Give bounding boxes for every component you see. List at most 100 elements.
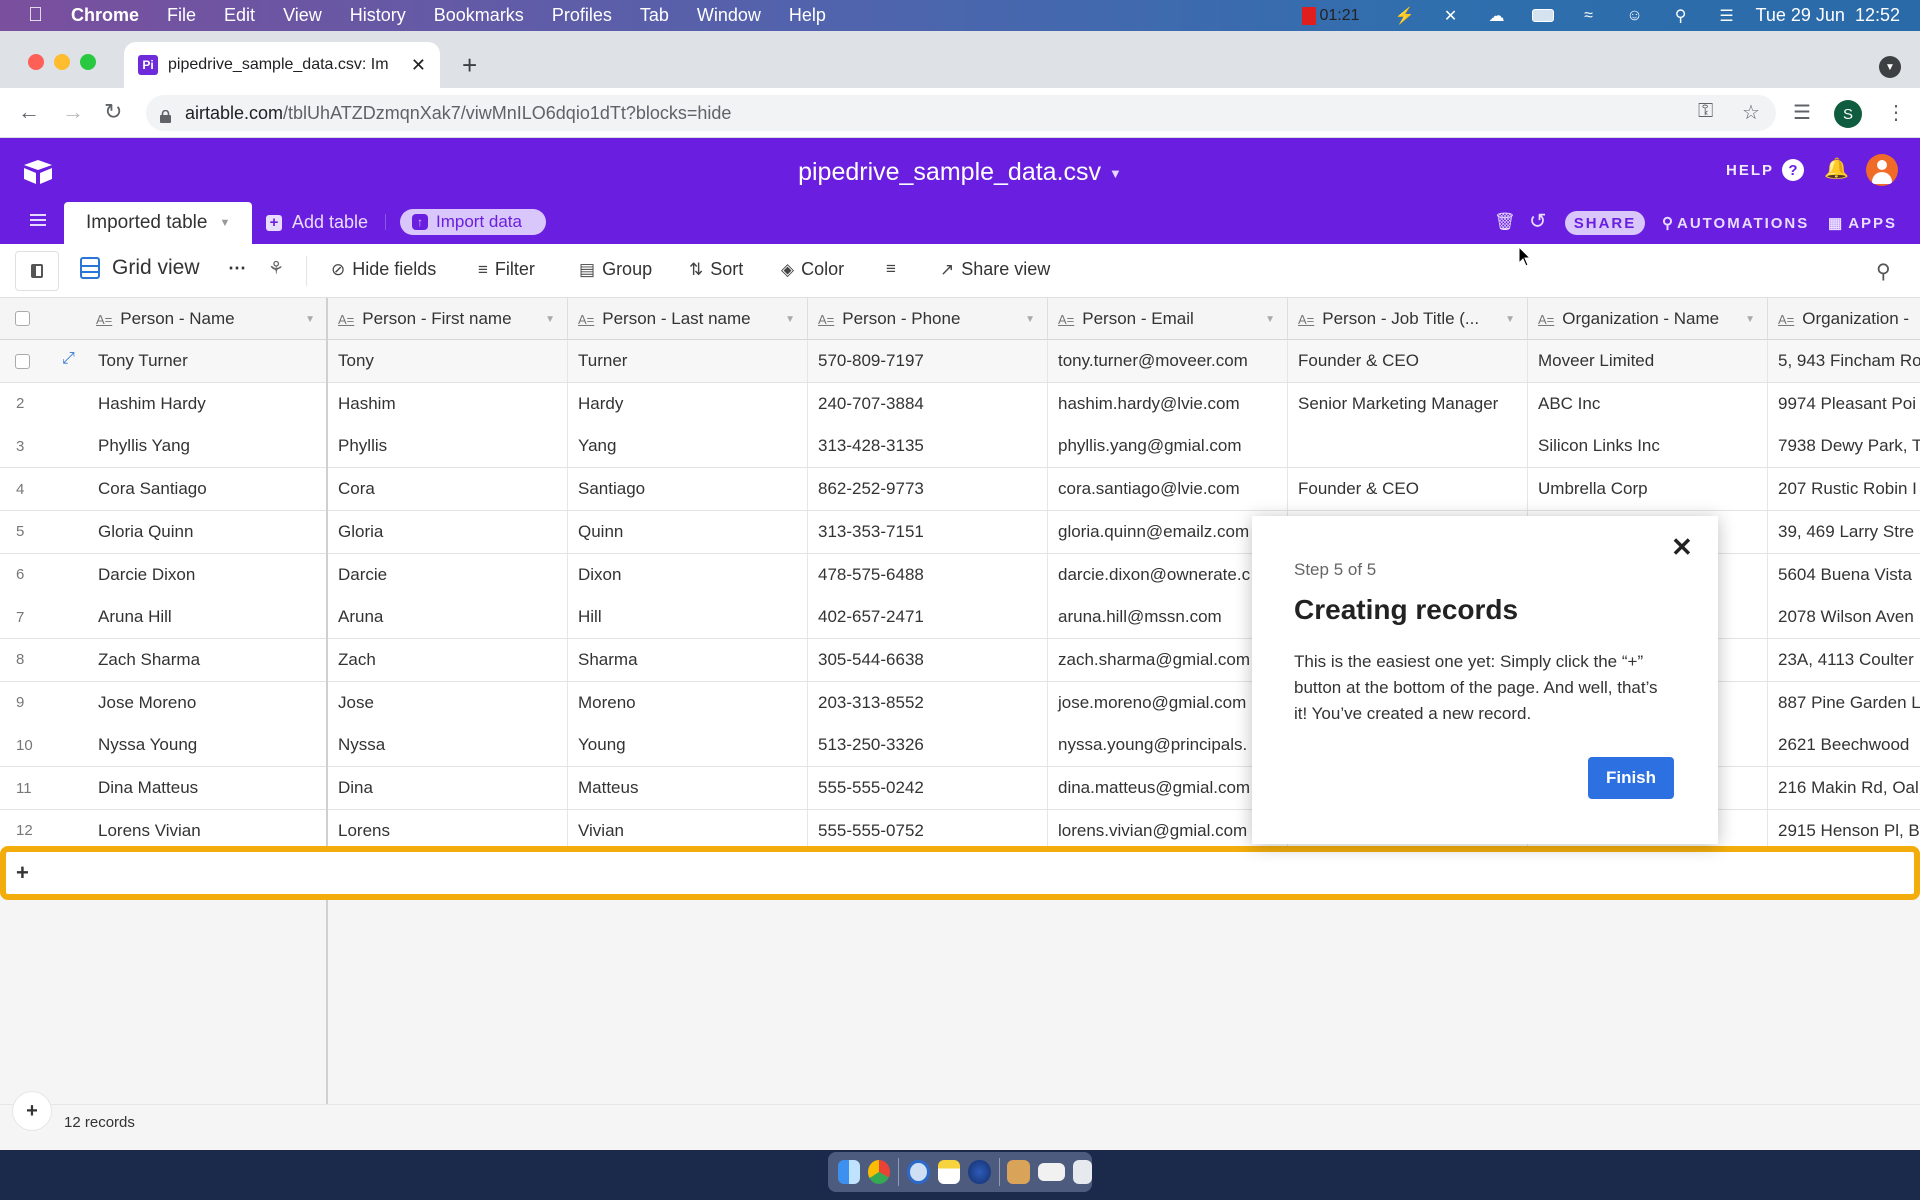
spotlight-search-icon[interactable]: ⚲: [1670, 7, 1692, 25]
cell-phone[interactable]: 513-250-3326: [808, 724, 1048, 767]
cell-addr[interactable]: 2078 Wilson Aven: [1768, 596, 1920, 638]
clock[interactable]: Tue 29 Jun 12:52: [1756, 5, 1900, 26]
cell-addr[interactable]: 887 Pine Garden L: [1768, 682, 1920, 724]
cell-first[interactable]: Zach: [328, 638, 568, 681]
profile-avatar[interactable]: S: [1834, 100, 1862, 128]
password-key-icon[interactable]: ⚿: [1698, 100, 1713, 123]
cell-addr[interactable]: 9974 Pleasant Poi: [1768, 383, 1920, 425]
menu-window[interactable]: Window: [683, 5, 775, 26]
add-record-fab[interactable]: +: [12, 1091, 52, 1131]
tab-search-icon[interactable]: ▼: [1879, 56, 1901, 78]
finish-button[interactable]: Finish: [1588, 757, 1674, 799]
cell-first[interactable]: Gloria: [328, 510, 568, 553]
cell-phone[interactable]: 862-252-9773: [808, 468, 1048, 511]
cell-phone[interactable]: 305-544-6638: [808, 638, 1048, 681]
cell-addr[interactable]: 5604 Buena Vista: [1768, 554, 1920, 596]
cell-phone[interactable]: 478-575-6488: [808, 553, 1048, 596]
cell-name[interactable]: Hashim Hardy: [88, 383, 326, 425]
cell-phone[interactable]: 313-353-7151: [808, 510, 1048, 553]
chrome-icon[interactable]: [868, 1160, 891, 1184]
cell-last[interactable]: Turner: [568, 340, 808, 382]
cell-first[interactable]: Jose: [328, 681, 568, 724]
cell-first[interactable]: Hashim: [328, 382, 568, 425]
chevron-down-icon[interactable]: ▼: [1505, 314, 1515, 325]
base-title[interactable]: pipedrive_sample_data.csv ▼: [0, 158, 1920, 187]
menu-profiles[interactable]: Profiles: [538, 5, 626, 26]
cell-first[interactable]: Nyssa: [328, 724, 568, 767]
cell-phone[interactable]: 555-555-0242: [808, 767, 1048, 809]
cell-last[interactable]: Dixon: [568, 553, 808, 596]
cell-name[interactable]: Jose Moreno: [88, 682, 326, 724]
close-popup-icon[interactable]: ✕: [1671, 532, 1693, 563]
cell-job[interactable]: Founder & CEO: [1288, 468, 1528, 511]
expand-record-icon[interactable]: ⤢: [62, 350, 75, 368]
cell-name[interactable]: Darcie Dixon: [88, 554, 326, 596]
cell-first[interactable]: Phyllis: [328, 425, 568, 468]
search-icon[interactable]: ⚲: [1876, 259, 1891, 284]
cell-addr[interactable]: 207 Rustic Robin I: [1768, 468, 1920, 510]
cell-name[interactable]: Gloria Quinn: [88, 511, 326, 553]
group-button[interactable]: ▤ Group: [579, 259, 652, 280]
recording-icon[interactable]: 01:21: [1301, 6, 1360, 25]
share-view-button[interactable]: ↗ Share view: [940, 259, 1050, 280]
column-header[interactable]: A= Person - Email ▼: [1048, 298, 1288, 340]
help-icon[interactable]: ?: [1782, 159, 1804, 181]
cell-last[interactable]: Santiago: [568, 468, 808, 511]
browser-tab[interactable]: Pi pipedrive_sample_data.csv: Im ✕: [124, 42, 440, 88]
column-header[interactable]: A= Person - Job Title (... ▼: [1288, 298, 1528, 340]
column-header[interactable]: A= Person - Name ▼: [86, 298, 328, 340]
notifications-bell-icon[interactable]: 🔔: [1824, 156, 1849, 181]
column-header[interactable]: A= Person - Phone ▼: [808, 298, 1048, 340]
sidebar-toggle-button[interactable]: [15, 251, 59, 291]
reload-button[interactable]: ↻: [104, 99, 122, 125]
screenshot-stack-icon[interactable]: [1037, 1163, 1066, 1181]
menu-app-name[interactable]: Chrome: [57, 5, 153, 26]
back-button[interactable]: ←: [18, 99, 40, 125]
cell-addr[interactable]: 23A, 4113 Coulter: [1768, 639, 1920, 681]
add-record-row-highlight[interactable]: [0, 846, 1920, 900]
cell-phone[interactable]: 203-313-8552: [808, 681, 1048, 724]
menu-file[interactable]: File: [153, 5, 210, 26]
table-tab-active[interactable]: Imported table ▼: [64, 202, 252, 244]
cell-addr[interactable]: 7938 Dewy Park, T: [1768, 425, 1920, 467]
sort-button[interactable]: ⇅ Sort: [689, 259, 743, 280]
frozen-column-divider[interactable]: [326, 298, 328, 1150]
chevron-down-icon[interactable]: ▼: [1265, 314, 1275, 325]
chevron-down-icon[interactable]: ▼: [785, 314, 795, 325]
color-button[interactable]: ◈ Color: [781, 259, 844, 280]
add-table-button[interactable]: + Add table: [266, 212, 368, 233]
user-icon[interactable]: ☺: [1624, 7, 1646, 25]
cell-addr[interactable]: 5, 943 Fincham Ro: [1768, 340, 1920, 382]
view-switcher[interactable]: Grid view: [80, 256, 200, 280]
battery-icon[interactable]: [1531, 7, 1554, 25]
cell-phone[interactable]: 313-428-3135: [808, 425, 1048, 468]
menu-edit[interactable]: Edit: [210, 5, 269, 26]
row-height-button[interactable]: ≡: [886, 259, 903, 279]
cell-phone[interactable]: 570-809-7197: [808, 340, 1048, 382]
wifi-icon[interactable]: ≈: [1578, 7, 1600, 25]
close-window-button[interactable]: [28, 54, 44, 70]
control-center-icon[interactable]: ☰: [1716, 7, 1738, 25]
cell-last[interactable]: Sharma: [568, 638, 808, 681]
downloads-stack-icon[interactable]: [1007, 1160, 1030, 1184]
select-all-checkbox[interactable]: [15, 311, 30, 326]
cell-name[interactable]: Nyssa Young: [88, 724, 326, 766]
cell-org[interactable]: Silicon Links Inc: [1528, 425, 1768, 468]
new-tab-button[interactable]: +: [462, 50, 477, 81]
chevron-down-icon[interactable]: ▼: [1025, 314, 1035, 325]
cell-email[interactable]: cora.santiago@lvie.com: [1048, 468, 1288, 511]
hamburger-menu-icon[interactable]: [30, 214, 46, 226]
column-header[interactable]: A= Organization -: [1768, 298, 1920, 340]
menu-view[interactable]: View: [269, 5, 336, 26]
cell-last[interactable]: Yang: [568, 425, 808, 468]
cell-name[interactable]: Cora Santiago: [88, 468, 326, 510]
reeder-icon[interactable]: [968, 1160, 991, 1184]
cell-first[interactable]: Darcie: [328, 553, 568, 596]
user-avatar[interactable]: [1866, 154, 1898, 186]
cloud-icon[interactable]: ☁: [1486, 7, 1508, 25]
add-record-button[interactable]: +: [16, 860, 29, 886]
cell-name[interactable]: Dina Matteus: [88, 767, 326, 809]
filter-button[interactable]: ≡ Filter: [478, 259, 535, 280]
chevron-down-icon[interactable]: ▼: [1745, 314, 1755, 325]
help-link[interactable]: HELP: [1726, 162, 1774, 179]
